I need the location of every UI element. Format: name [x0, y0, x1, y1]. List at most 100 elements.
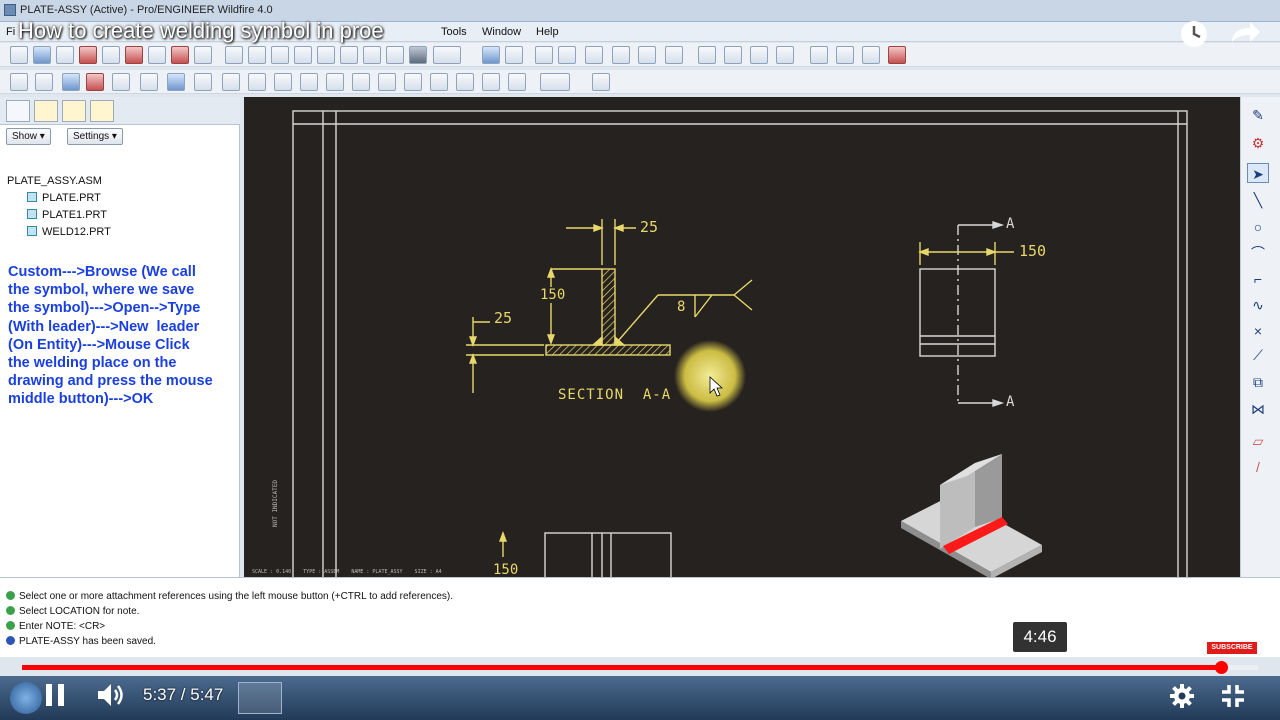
- drawing-canvas[interactable]: 25 25 150 8 SECTION A-A 150 A A 150 NOT …: [244, 97, 1240, 578]
- search-tool-icon[interactable]: [317, 46, 335, 64]
- info-icon[interactable]: [409, 46, 427, 64]
- point-icon[interactable]: ×: [1247, 321, 1269, 341]
- save-icon[interactable]: [56, 46, 74, 64]
- progress-bar[interactable]: [22, 661, 1258, 674]
- datum-axes-icon[interactable]: [836, 46, 854, 64]
- copy-icon[interactable]: [171, 46, 189, 64]
- favorites-tab[interactable]: [62, 100, 86, 122]
- appearance-icon[interactable]: [665, 46, 683, 64]
- tree-item[interactable]: WELD12.PRT: [27, 226, 111, 238]
- sheet-icon[interactable]: [508, 73, 526, 91]
- menu-file[interactable]: Fi: [6, 26, 15, 38]
- taskbar-app-icon[interactable]: [238, 682, 282, 714]
- spline-icon[interactable]: ∿: [1247, 295, 1269, 315]
- zoom-out-icon[interactable]: [585, 46, 603, 64]
- circle-icon[interactable]: ○: [1247, 217, 1269, 237]
- show-button[interactable]: Show ▾: [6, 128, 51, 145]
- spin-center-icon[interactable]: [505, 46, 523, 64]
- watch-later-icon[interactable]: [1181, 21, 1207, 47]
- decimal-places-field[interactable]: [540, 73, 570, 91]
- filter-icon[interactable]: [340, 46, 358, 64]
- sketch-chain-icon[interactable]: ⚙: [1247, 133, 1269, 153]
- repaint-icon[interactable]: [271, 46, 289, 64]
- note-icon[interactable]: [86, 73, 104, 91]
- volume-icon[interactable]: [96, 681, 126, 709]
- offset-icon[interactable]: ⧉: [1247, 372, 1269, 392]
- tree-item[interactable]: PLATE.PRT: [27, 192, 101, 204]
- weld-symbol-icon[interactable]: [167, 73, 185, 91]
- construction-line-icon[interactable]: ⟋: [1247, 345, 1269, 365]
- format-icon[interactable]: [430, 73, 448, 91]
- layers-icon[interactable]: [294, 46, 312, 64]
- tree-item[interactable]: PLATE1.PRT: [27, 209, 107, 221]
- dimension-icon[interactable]: [35, 73, 53, 91]
- message-area: Select one or more attachment references…: [0, 577, 1280, 657]
- balloon-icon[interactable]: [300, 73, 318, 91]
- tree-root[interactable]: PLATE_ASSY.ASM: [7, 175, 102, 187]
- tree-item-label: PLATE.PRT: [42, 192, 101, 204]
- share-icon[interactable]: [1232, 22, 1260, 42]
- line-icon[interactable]: ╲: [1247, 190, 1269, 210]
- symbol-icon[interactable]: [112, 73, 130, 91]
- shading-icon[interactable]: [776, 46, 794, 64]
- wireframe-icon[interactable]: [698, 46, 716, 64]
- surface-finish-icon[interactable]: [248, 73, 266, 91]
- align-icon[interactable]: [404, 73, 422, 91]
- regenerate-icon[interactable]: [125, 46, 143, 64]
- datum-planes-icon[interactable]: [810, 46, 828, 64]
- menu-tools[interactable]: Tools: [441, 26, 467, 38]
- paste-icon[interactable]: [194, 46, 212, 64]
- subscribe-badge[interactable]: SUBSCRIBE: [1207, 642, 1257, 654]
- app-icon[interactable]: [4, 4, 16, 16]
- menu-window[interactable]: Window: [482, 26, 521, 38]
- play-pause-icon[interactable]: [44, 682, 66, 708]
- zoom-in-icon[interactable]: [558, 46, 576, 64]
- email-icon[interactable]: [102, 46, 120, 64]
- coordinate-systems-icon[interactable]: [888, 46, 906, 64]
- model-tree-tab[interactable]: [6, 100, 30, 122]
- zoom-fit-icon[interactable]: [612, 46, 630, 64]
- cut-icon[interactable]: [148, 46, 166, 64]
- analysis-icon[interactable]: [386, 46, 404, 64]
- selection-box-icon[interactable]: [433, 46, 461, 64]
- move-icon[interactable]: [378, 73, 396, 91]
- settings-button[interactable]: Settings ▾: [67, 128, 123, 145]
- undo-icon[interactable]: [225, 46, 243, 64]
- help-pointer-icon[interactable]: [592, 73, 610, 91]
- orient-icon[interactable]: [535, 46, 553, 64]
- datum-points-icon[interactable]: [862, 46, 880, 64]
- saved-views-icon[interactable]: [638, 46, 656, 64]
- hatch-icon[interactable]: [352, 73, 370, 91]
- progress-scrubber[interactable]: [1214, 661, 1228, 674]
- menu-help[interactable]: Help: [536, 26, 559, 38]
- history-tab[interactable]: [90, 100, 114, 122]
- text-style-icon[interactable]: [456, 73, 474, 91]
- exit-fullscreen-icon[interactable]: [1220, 683, 1246, 709]
- model-tree-icon[interactable]: [363, 46, 381, 64]
- trim-icon[interactable]: ▱: [1247, 431, 1269, 451]
- divide-icon[interactable]: /: [1247, 457, 1269, 477]
- new-file-icon[interactable]: [10, 46, 28, 64]
- table-icon[interactable]: [140, 73, 158, 91]
- datum-icon[interactable]: [274, 73, 292, 91]
- select-pointer-icon[interactable]: ➤: [1247, 163, 1269, 183]
- sketch-tools-icon[interactable]: ✎: [1247, 105, 1269, 125]
- redo-icon[interactable]: [248, 46, 266, 64]
- settings-icon[interactable]: [1169, 683, 1195, 709]
- hidden-line-icon[interactable]: [724, 46, 742, 64]
- show-annotations-icon[interactable]: [62, 73, 80, 91]
- start-button-icon[interactable]: [10, 682, 42, 714]
- cleanup-icon[interactable]: [482, 73, 500, 91]
- open-file-icon[interactable]: [33, 46, 51, 64]
- view-icon[interactable]: [194, 73, 212, 91]
- no-hidden-icon[interactable]: [750, 46, 768, 64]
- arc-icon[interactable]: ⌒: [1247, 243, 1269, 263]
- fillet-icon[interactable]: ⌐: [1247, 269, 1269, 289]
- line-style-icon[interactable]: [326, 73, 344, 91]
- delete-icon[interactable]: [10, 73, 28, 91]
- refit-icon[interactable]: [482, 46, 500, 64]
- mirror-icon[interactable]: ⋈: [1247, 399, 1269, 419]
- print-icon[interactable]: [79, 46, 97, 64]
- folder-browser-tab[interactable]: [34, 100, 58, 122]
- gtol-icon[interactable]: [222, 73, 240, 91]
